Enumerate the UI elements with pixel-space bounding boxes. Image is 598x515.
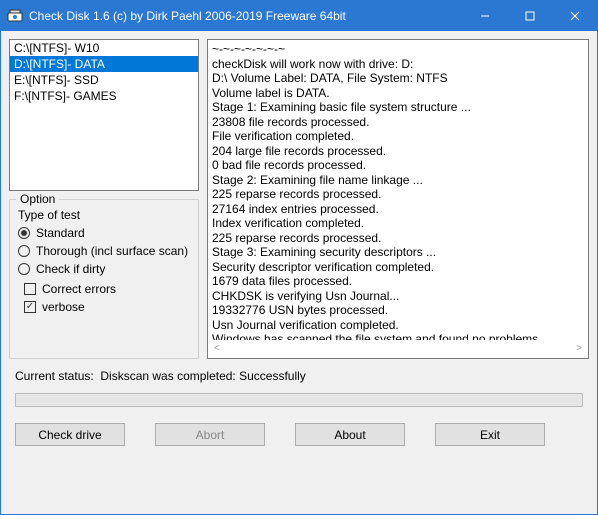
radio-thorough[interactable]: Thorough (incl surface scan)	[18, 244, 190, 258]
output-line: 19332776 USN bytes processed.	[212, 303, 584, 318]
abort-button[interactable]: Abort	[155, 423, 265, 446]
button-row: Check drive Abort About Exit	[9, 417, 589, 456]
drive-item[interactable]: F:\[NTFS]- GAMES	[10, 88, 198, 104]
output-line: Stage 1: Examining basic file system str…	[212, 100, 584, 115]
option-legend: Option	[16, 192, 59, 206]
client-area: C:\[NTFS]- W10D:\[NTFS]- DATAE:\[NTFS]- …	[1, 31, 597, 514]
top-panel: C:\[NTFS]- W10D:\[NTFS]- DATAE:\[NTFS]- …	[9, 39, 589, 359]
progress-bar	[15, 393, 583, 407]
output-line: CHKDSK is verifying Usn Journal...	[212, 289, 584, 304]
scroll-left-icon: <	[214, 343, 220, 354]
output-line: File verification completed.	[212, 129, 584, 144]
output-line: Volume label is DATA.	[212, 86, 584, 101]
output-line: Stage 2: Examining file name linkage ...	[212, 173, 584, 188]
drive-list[interactable]: C:\[NTFS]- W10D:\[NTFS]- DATAE:\[NTFS]- …	[9, 39, 199, 191]
app-icon	[7, 8, 23, 24]
drive-item[interactable]: D:\[NTFS]- DATA	[10, 56, 198, 72]
radio-standard-label: Standard	[36, 226, 85, 240]
check-correct-errors-label: Correct errors	[42, 282, 116, 296]
radio-standard[interactable]: Standard	[18, 226, 190, 240]
app-window: Check Disk 1.6 (c) by Dirk Paehl 2006-20…	[0, 0, 598, 515]
output-line: checkDisk will work now with drive: D:	[212, 57, 584, 72]
horizontal-scrollbar[interactable]: <>	[212, 340, 584, 356]
radio-dirty-label: Check if dirty	[36, 262, 105, 276]
radio-dirty[interactable]: Check if dirty	[18, 262, 190, 276]
check-drive-button[interactable]: Check drive	[15, 423, 125, 446]
close-button[interactable]	[552, 1, 597, 31]
output-line: Index verification completed.	[212, 216, 584, 231]
scroll-right-icon: >	[576, 343, 582, 354]
output-line: 225 reparse records processed.	[212, 187, 584, 202]
output-lines[interactable]: ~-~-~-~-~-~-~checkDisk will work now wit…	[212, 42, 584, 340]
left-panel: C:\[NTFS]- W10D:\[NTFS]- DATAE:\[NTFS]- …	[9, 39, 199, 359]
option-group: Option Type of test Standard Thorough (i…	[9, 199, 199, 359]
check-verbose[interactable]: verbose	[24, 300, 190, 314]
drive-item[interactable]: C:\[NTFS]- W10	[10, 40, 198, 56]
status-text: Diskscan was completed: Successfully	[100, 369, 305, 383]
output-line: 27164 index entries processed.	[212, 202, 584, 217]
radio-thorough-label: Thorough (incl surface scan)	[36, 244, 188, 258]
output-line: 0 bad file records processed.	[212, 158, 584, 173]
window-title: Check Disk 1.6 (c) by Dirk Paehl 2006-20…	[29, 9, 462, 23]
minimize-button[interactable]	[462, 1, 507, 31]
type-of-test-label: Type of test	[18, 208, 190, 222]
drive-item[interactable]: E:\[NTFS]- SSD	[10, 72, 198, 88]
status-prefix: Current status:	[15, 369, 94, 383]
output-line: Security descriptor verification complet…	[212, 260, 584, 275]
output-line: Stage 3: Examining security descriptors …	[212, 245, 584, 260]
titlebar: Check Disk 1.6 (c) by Dirk Paehl 2006-20…	[1, 1, 597, 31]
output-line: Windows has scanned the file system and …	[212, 332, 584, 340]
output-panel: ~-~-~-~-~-~-~checkDisk will work now wit…	[207, 39, 589, 359]
output-line: Usn Journal verification completed.	[212, 318, 584, 333]
maximize-button[interactable]	[507, 1, 552, 31]
output-line: 23808 file records processed.	[212, 115, 584, 130]
output-line: ~-~-~-~-~-~-~	[212, 42, 584, 57]
status-bar: Current status: Diskscan was completed: …	[9, 365, 589, 385]
output-line: D:\ Volume Label: DATA, File System: NTF…	[212, 71, 584, 86]
output-line: 225 reparse records processed.	[212, 231, 584, 246]
about-button[interactable]: About	[295, 423, 405, 446]
output-line: 1679 data files processed.	[212, 274, 584, 289]
check-correct-errors[interactable]: Correct errors	[24, 282, 190, 296]
check-verbose-label: verbose	[42, 300, 85, 314]
exit-button[interactable]: Exit	[435, 423, 545, 446]
output-line: 204 large file records processed.	[212, 144, 584, 159]
